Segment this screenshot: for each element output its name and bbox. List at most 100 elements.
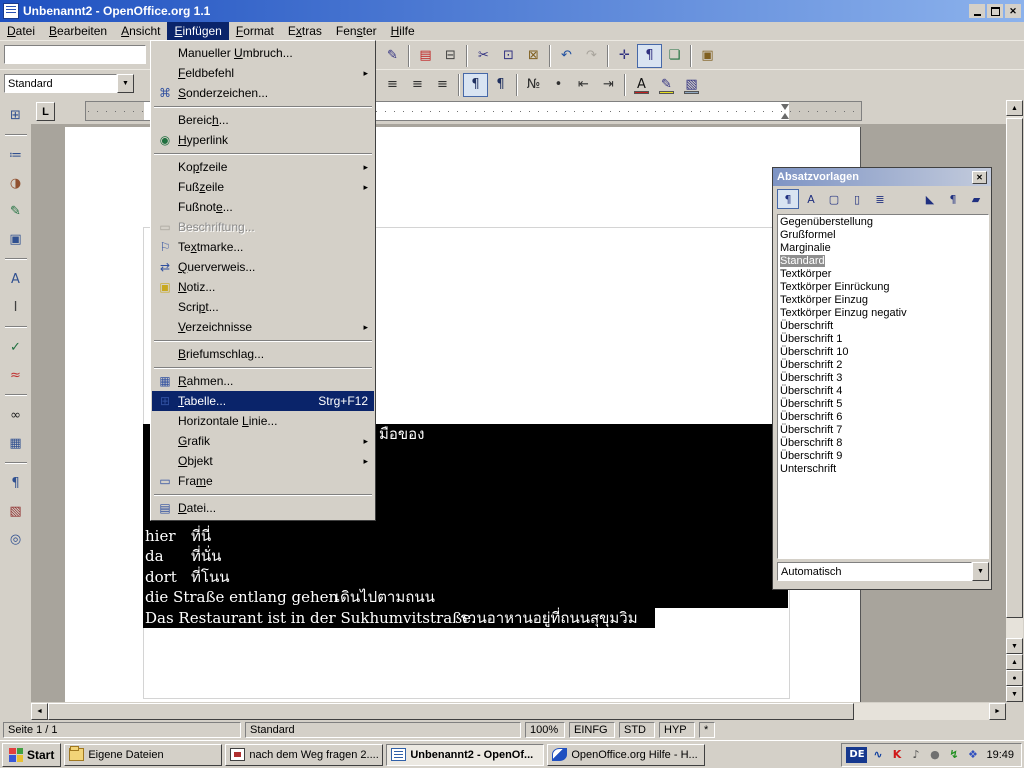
quickstarter-icon[interactable]: ∿	[869, 747, 886, 763]
menu-item-briefumschlag[interactable]: Briefumschlag... ▸	[152, 344, 374, 364]
align-center-icon[interactable]: ≡	[380, 73, 405, 97]
style-filter-input[interactable]	[777, 562, 972, 581]
menubar-item-ansicht[interactable]: Ansicht	[114, 22, 167, 40]
menubar-item-bearbeiten[interactable]: Bearbeiten	[42, 22, 114, 40]
mouse-icon[interactable]: ●	[926, 747, 943, 763]
background-color-icon[interactable]: ▧	[679, 73, 704, 97]
copy-icon[interactable]: ⊡	[496, 44, 521, 68]
taskbar-button-nach-dem-weg[interactable]: nach dem Weg fragen 2....	[225, 744, 383, 766]
align-right-icon[interactable]: ≡	[405, 73, 430, 97]
new-style-from-selection-icon[interactable]: ¶	[942, 189, 964, 209]
volume-icon[interactable]: ♪	[907, 747, 924, 763]
horizontal-scroll-track[interactable]	[48, 703, 989, 720]
menubar-item-datei[interactable]: Datei	[0, 22, 42, 40]
style-item[interactable]: Überschrift 4	[778, 385, 988, 398]
menubar-item-extras[interactable]: Extras	[281, 22, 329, 40]
numbering-styles-icon[interactable]: ≣	[869, 189, 891, 209]
app-window-icon[interactable]	[3, 3, 19, 19]
vertical-scroll-track[interactable]	[1006, 116, 1023, 638]
style-item[interactable]: Textkörper Einrückung	[778, 281, 988, 294]
ltr-direction-icon[interactable]: ¶	[463, 73, 488, 97]
menu-item-textmarke[interactable]: ⚐ Textmarke... ▸	[152, 237, 374, 257]
data-sources-icon[interactable]: ▦	[4, 431, 28, 455]
insert-objects-icon[interactable]: ◑	[4, 171, 28, 195]
minimize-button[interactable]	[969, 4, 985, 18]
menu-item-frame[interactable]: ▭ Frame ▸	[152, 471, 374, 491]
start-button[interactable]: Start	[2, 743, 61, 767]
font-color-icon[interactable]: A	[629, 73, 654, 97]
menu-item-bereich[interactable]: Bereich... ▸	[152, 110, 374, 130]
redo-icon[interactable]: ↷	[579, 44, 604, 68]
style-item[interactable]: Überschrift 3	[778, 372, 988, 385]
cut-icon[interactable]: ✂	[471, 44, 496, 68]
character-styles-icon[interactable]: A	[800, 189, 822, 209]
nonprinting-characters-icon[interactable]: ¶	[4, 471, 28, 495]
status-selection-mode[interactable]: STD	[619, 722, 655, 738]
find-icon[interactable]: ∞	[4, 403, 28, 427]
network-icon[interactable]: ❖	[964, 747, 981, 763]
autospellcheck-icon[interactable]: ≈	[4, 363, 28, 387]
style-item[interactable]: Textkörper	[778, 268, 988, 281]
menubar-item-hilfe[interactable]: Hilfe	[384, 22, 422, 40]
document-line[interactable]: Das Restaurant ist in der Sukhumvitstraß…	[143, 608, 655, 628]
status-insert-mode[interactable]: EINFG	[569, 722, 615, 738]
bullet-list-icon[interactable]: •	[546, 73, 571, 97]
menubar-item-format[interactable]: Format	[229, 22, 281, 40]
menubar-item-fenster[interactable]: Fenster	[329, 22, 384, 40]
style-item[interactable]: Textkörper Einzug	[778, 294, 988, 307]
menu-item-fusszeile[interactable]: Fußzeile ▸	[152, 177, 374, 197]
document-line[interactable]: daที่นั่น	[143, 546, 788, 566]
autotext-icon[interactable]: A	[4, 267, 28, 291]
scroll-up-button[interactable]: ▲	[1006, 100, 1023, 116]
status-zoom[interactable]: 100%	[525, 722, 565, 738]
taskbar-button-eigene-dateien[interactable]: Eigene Dateien	[64, 744, 222, 766]
decrease-indent-icon[interactable]: ⇤	[571, 73, 596, 97]
menu-item-beschriftung[interactable]: ▭ Beschriftung... ▸	[152, 217, 374, 237]
style-item[interactable]: Überschrift 1	[778, 333, 988, 346]
paragraph-style-input[interactable]	[4, 74, 117, 93]
navigation-jump-button[interactable]: ●	[1006, 670, 1023, 686]
status-hyperlink-mode[interactable]: HYP	[659, 722, 695, 738]
navigator-icon[interactable]: ✛	[612, 44, 637, 68]
menu-item-sonderzeichen[interactable]: ⌘ Sonderzeichen... ▸	[152, 83, 374, 103]
menu-item-feldbefehl[interactable]: Feldbefehl ▸	[152, 63, 374, 83]
rtl-direction-icon[interactable]: ¶	[488, 73, 513, 97]
antivirus-icon[interactable]: K	[888, 747, 905, 763]
menu-item-querverweis[interactable]: ⇄ Querverweis... ▸	[152, 257, 374, 277]
status-page-style[interactable]: Standard	[245, 722, 521, 738]
paragraph-styles-icon[interactable]: ¶	[777, 189, 799, 209]
style-item[interactable]: Überschrift 9	[778, 450, 988, 463]
style-item[interactable]: Überschrift	[778, 320, 988, 333]
keyboard-layout-indicator[interactable]: DE	[846, 747, 867, 763]
menu-item-script[interactable]: Script... ▸	[152, 297, 374, 317]
numbered-list-icon[interactable]: №	[521, 73, 546, 97]
menu-item-verzeichnisse[interactable]: Verzeichnisse ▸	[152, 317, 374, 337]
style-item[interactable]: Überschrift 8	[778, 437, 988, 450]
style-item[interactable]: Überschrift 7	[778, 424, 988, 437]
close-button[interactable]: ✕	[1005, 4, 1021, 18]
spellcheck-icon[interactable]: ✓	[4, 335, 28, 359]
menu-item-horizontale-linie[interactable]: Horizontale Linie... ▸	[152, 411, 374, 431]
insert-table-icon[interactable]: ⊞	[4, 103, 28, 127]
style-item[interactable]: Überschrift 2	[778, 359, 988, 372]
stylist-close-button[interactable]: ✕	[972, 171, 987, 184]
status-page[interactable]: Seite 1 / 1	[3, 722, 241, 738]
url-field[interactable]	[4, 45, 146, 64]
frame-styles-icon[interactable]: ▢	[823, 189, 845, 209]
taskbar-button-hilfe[interactable]: OpenOffice.org Hilfe - H...	[547, 744, 705, 766]
menu-item-fussnote[interactable]: Fußnote... ▸	[152, 197, 374, 217]
next-page-button[interactable]: ▼	[1006, 686, 1023, 702]
edit-file-icon[interactable]: ✎	[380, 44, 405, 68]
scroll-left-button[interactable]: ◄	[31, 703, 48, 720]
style-item[interactable]: Unterschrift	[778, 463, 988, 476]
menu-item-objekt[interactable]: Objekt ▸	[152, 451, 374, 471]
style-item[interactable]: Textkörper Einzug negativ	[778, 307, 988, 320]
menu-item-tabelle[interactable]: ⊞ Tabelle... Strg+F12 ▸	[152, 391, 374, 411]
export-pdf-icon[interactable]: ▤	[413, 44, 438, 68]
menu-item-notiz[interactable]: ▣ Notiz... ▸	[152, 277, 374, 297]
align-justify-icon[interactable]: ≡	[430, 73, 455, 97]
style-combo-dropdown[interactable]: ▼	[117, 74, 134, 93]
direct-cursor-icon[interactable]: I	[4, 295, 28, 319]
restore-button[interactable]	[987, 4, 1003, 18]
menu-item-rahmen[interactable]: ▦ Rahmen... ▸	[152, 371, 374, 391]
